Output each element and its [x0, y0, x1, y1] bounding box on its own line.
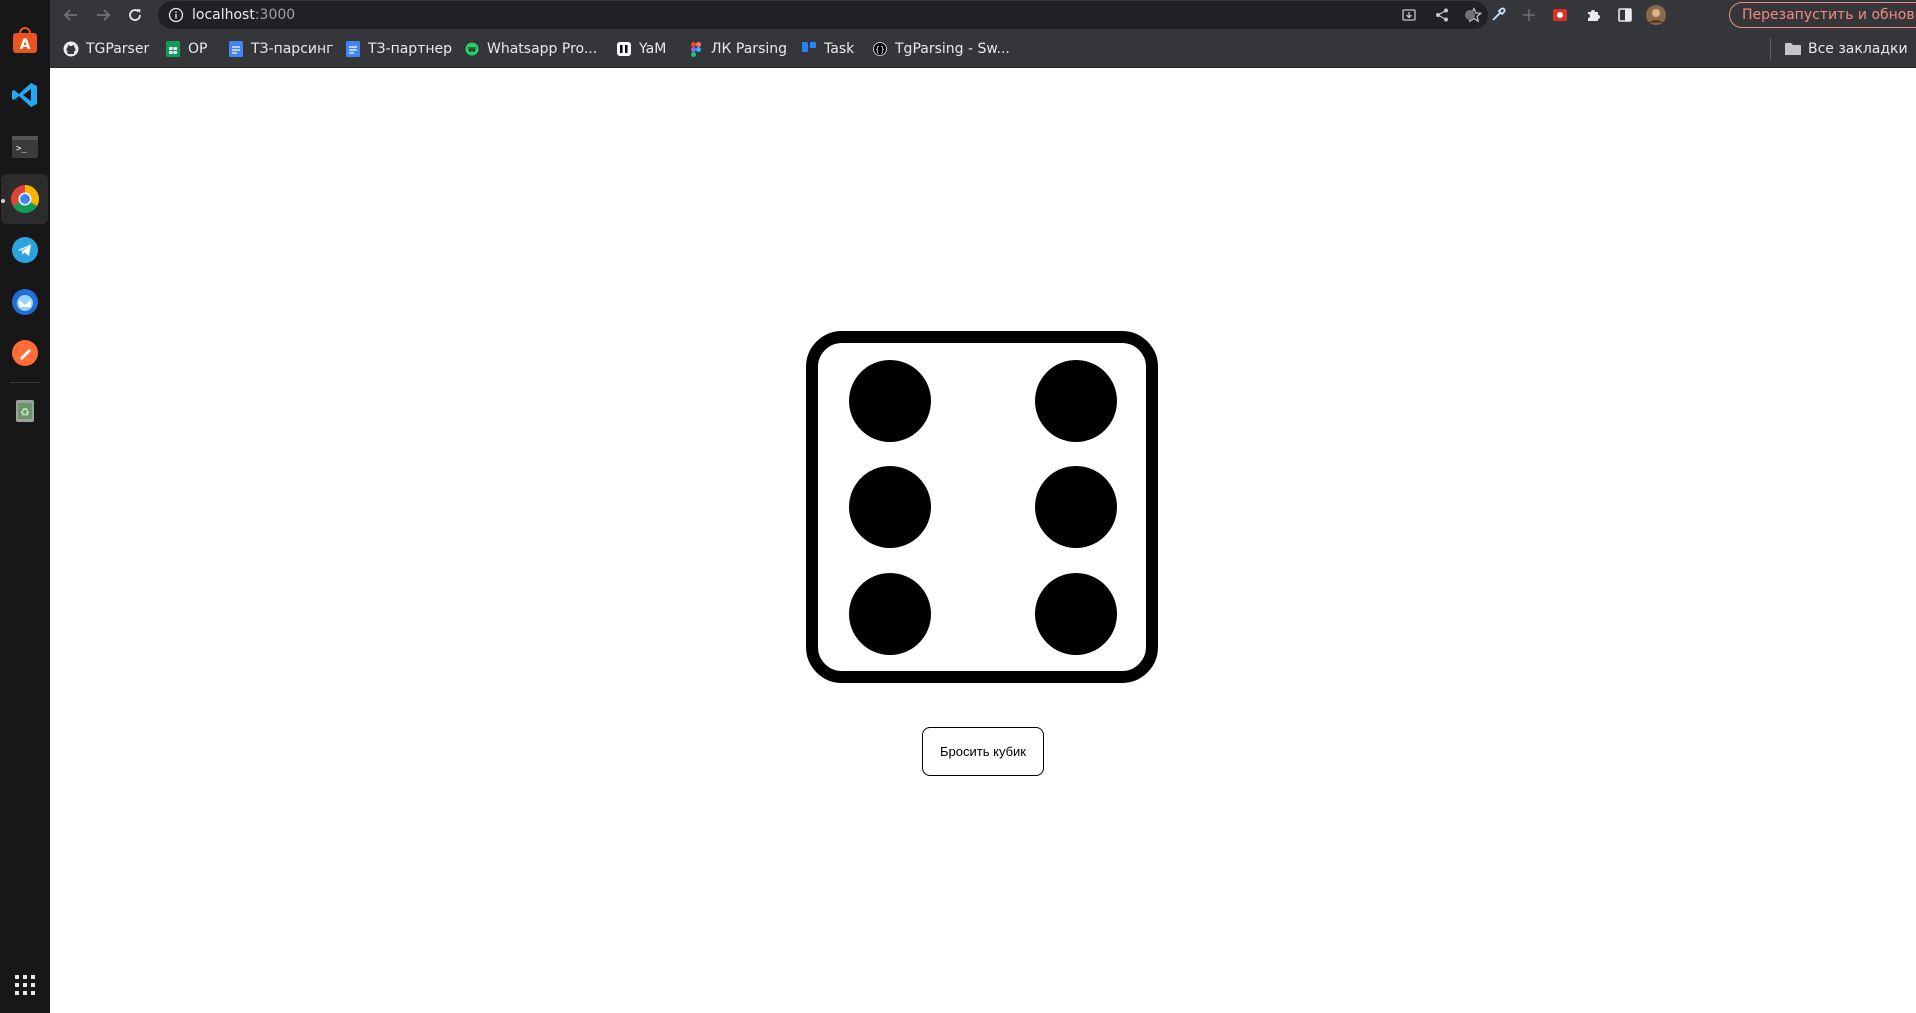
- url-host: localhost: [192, 7, 255, 23]
- bookmarks-bar: TGParser ОР ТЗ-парсинг ТЗ-партнер W What…: [50, 30, 1916, 68]
- extensions-puzzle-icon[interactable]: [1583, 5, 1603, 25]
- reload-icon: [129, 9, 141, 21]
- bookmark-or[interactable]: ОР: [165, 39, 207, 59]
- arrow-right-icon: [97, 9, 111, 21]
- app-center-icon[interactable]: A: [8, 24, 42, 58]
- url-port: :3000: [254, 7, 296, 23]
- terminal-icon[interactable]: >_: [8, 130, 42, 164]
- page-content: Бросить кубик: [50, 68, 1916, 1013]
- extension-red-icon[interactable]: [1550, 5, 1570, 25]
- trello-icon: [801, 41, 817, 57]
- github-icon: [63, 41, 79, 57]
- bookmark-tgparsing-swagger[interactable]: {} TgParsing - Sw...: [872, 39, 1010, 59]
- dice-pip: [849, 573, 931, 655]
- telegram-icon[interactable]: [8, 233, 42, 267]
- extension-gray-icon[interactable]: [1460, 5, 1480, 25]
- trash-icon[interactable]: ♻: [8, 393, 42, 427]
- bookmark-label: TgParsing - Sw...: [895, 41, 1010, 57]
- figma-icon: [688, 41, 704, 57]
- url-text: localhost:3000: [192, 7, 295, 23]
- reload-button[interactable]: [123, 4, 147, 26]
- bookmark-label: ЛК Parsing: [711, 41, 788, 57]
- bookmark-lk-parsing[interactable]: ЛК Parsing: [688, 39, 787, 59]
- bookmark-label: ТЗ-партнер: [368, 41, 453, 57]
- dice-pip: [1035, 360, 1117, 442]
- bookmark-label: Task: [824, 41, 855, 57]
- bookmark-label: YaM: [639, 41, 667, 57]
- restart-update-label: Перезапустить и обновить: [1742, 7, 1916, 23]
- whatsapp-icon: W: [464, 41, 480, 57]
- yam-icon: [616, 41, 632, 57]
- share-icon[interactable]: [1434, 7, 1450, 27]
- dice-pip: [1035, 573, 1117, 655]
- profile-avatar[interactable]: [1646, 5, 1666, 25]
- bookmark-label: ТЗ-парсинг: [251, 41, 334, 57]
- extension-grid-icon[interactable]: [1519, 5, 1539, 25]
- ubuntu-dock: A >_ ♻: [0, 0, 50, 1013]
- docs-icon: [228, 41, 244, 57]
- bookmark-whatsapp-pro[interactable]: W Whatsapp Pro...: [464, 39, 597, 59]
- bookmark-label: ОР: [188, 41, 208, 57]
- docs-icon: [345, 41, 361, 57]
- svg-text:A: A: [20, 37, 31, 53]
- back-button[interactable]: [59, 4, 83, 26]
- arrow-left-icon: [63, 9, 77, 21]
- restart-update-button[interactable]: Перезапустить и обновить ⋮: [1729, 2, 1916, 28]
- dock-separator: [10, 382, 40, 383]
- vscode-icon[interactable]: [8, 78, 42, 112]
- bookmark-label: Whatsapp Pro...: [487, 41, 598, 57]
- postman-icon[interactable]: [8, 336, 42, 370]
- dice-pip: [849, 466, 931, 548]
- bookmark-task[interactable]: Task: [801, 39, 854, 59]
- install-app-icon[interactable]: [1401, 7, 1417, 27]
- swagger-icon: {}: [872, 41, 888, 57]
- dice-face-six: [806, 331, 1158, 683]
- roll-dice-button[interactable]: Бросить кубик: [922, 727, 1044, 776]
- bookmark-yam[interactable]: YaM: [616, 39, 666, 59]
- bookmark-tz-partner[interactable]: ТЗ-партнер: [345, 39, 452, 59]
- folder-icon: [1785, 41, 1801, 57]
- sheets-icon: [165, 41, 181, 57]
- svg-text:W: W: [468, 46, 476, 54]
- svg-text:>_: >_: [16, 144, 27, 154]
- forward-button[interactable]: [91, 4, 115, 26]
- address-bar[interactable]: localhost:3000: [158, 1, 1488, 29]
- svg-text:♻: ♻: [20, 406, 30, 419]
- bookmark-tgparser[interactable]: TGParser: [63, 39, 149, 59]
- chrome-icon[interactable]: [1, 174, 48, 224]
- side-panel-icon[interactable]: [1615, 5, 1635, 25]
- dice-pip: [1035, 466, 1117, 548]
- show-apps-icon[interactable]: [8, 968, 42, 1002]
- browser-toolbar: localhost:3000 Перезапустить и обновить …: [50, 0, 1916, 30]
- bookmark-tz-parsing[interactable]: ТЗ-парсинг: [228, 39, 334, 59]
- eyedropper-icon[interactable]: [1488, 5, 1508, 25]
- running-indicator: [1, 199, 5, 203]
- all-bookmarks-label: Все закладки: [1808, 41, 1908, 57]
- thunderbird-icon[interactable]: [8, 285, 42, 319]
- bookmark-label: TGParser: [86, 41, 150, 57]
- all-bookmarks-button[interactable]: Все закладки: [1785, 39, 1908, 59]
- bookmarks-divider: [1770, 38, 1771, 60]
- dice-pip: [849, 360, 931, 442]
- site-info-icon[interactable]: [168, 7, 184, 27]
- svg-text:{}: {}: [875, 45, 885, 54]
